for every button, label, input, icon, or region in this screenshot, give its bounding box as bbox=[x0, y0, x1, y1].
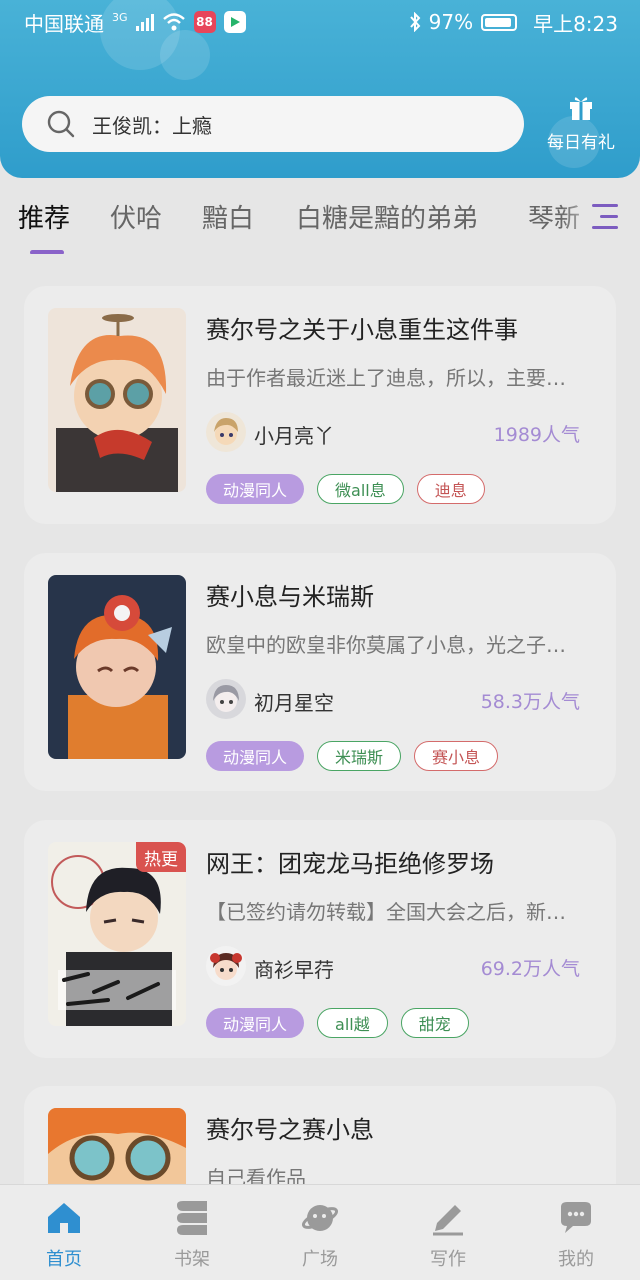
avatar bbox=[206, 946, 246, 986]
book-title: 赛尔号之关于小息重生这件事 bbox=[206, 316, 518, 344]
tag[interactable]: 微all息 bbox=[317, 474, 404, 504]
book-cover bbox=[48, 308, 186, 492]
bottom-navigation: 首页 书架 广场 写作 我的 bbox=[0, 1184, 640, 1280]
tag[interactable]: all越 bbox=[317, 1008, 388, 1038]
search-input[interactable]: 王俊凯：上瘾 bbox=[22, 96, 524, 152]
book-title: 网王：团宠龙马拒绝修罗场 bbox=[206, 850, 494, 878]
app-notification-icon: 88 bbox=[193, 11, 216, 33]
category-tabs: 推荐 伏哈 黯白 白糖是黯的弟弟 琴新 bbox=[0, 190, 640, 254]
active-tab-indicator bbox=[30, 250, 64, 254]
tab-anbai[interactable]: 黯白 bbox=[202, 198, 254, 235]
book-title: 赛小息与米瑞斯 bbox=[206, 583, 374, 611]
bookshelf-icon bbox=[177, 1201, 207, 1235]
tag-list: 动漫同人 米瑞斯 赛小息 bbox=[206, 741, 499, 771]
avatar bbox=[206, 679, 246, 719]
bluetooth-icon bbox=[409, 12, 420, 32]
nav-write-label: 写作 bbox=[430, 1249, 466, 1270]
clock: 早上8:23 bbox=[533, 11, 618, 36]
tab-fuha[interactable]: 伏哈 bbox=[110, 198, 162, 235]
tag[interactable]: 动漫同人 bbox=[206, 474, 305, 504]
nav-bookshelf-label: 书架 bbox=[174, 1249, 210, 1270]
author-name: 初月星空 bbox=[254, 691, 334, 715]
tag[interactable]: 动漫同人 bbox=[206, 741, 305, 771]
popularity-count: 69.2万人气 bbox=[480, 958, 580, 980]
daily-gift-button[interactable]: 每日有礼 bbox=[536, 92, 626, 156]
book-description: 由于作者最近迷上了迪息，所以，主要… bbox=[206, 366, 566, 390]
pen-icon bbox=[433, 1205, 463, 1236]
battery-icon bbox=[481, 13, 518, 31]
popularity-count: 58.3万人气 bbox=[480, 691, 580, 713]
book-description: 【已签约请勿转载】全国大会之后，新… bbox=[206, 900, 566, 924]
chat-bubble-icon bbox=[561, 1202, 591, 1233]
status-bar: 中国联通 3G 88 97% 早上8:23 bbox=[0, 0, 640, 44]
tab-baitang[interactable]: 白糖是黯的弟弟 bbox=[296, 198, 478, 235]
nav-mine[interactable]: 我的 bbox=[512, 1185, 640, 1280]
book-cover bbox=[48, 575, 186, 759]
nav-home[interactable]: 首页 bbox=[0, 1185, 128, 1280]
search-query: 王俊凯：上瘾 bbox=[92, 113, 212, 138]
battery-percent: 97% bbox=[428, 10, 474, 34]
author-name: 小月亮丫 bbox=[254, 424, 334, 448]
wifi-icon bbox=[162, 13, 185, 31]
tag-list: 动漫同人 all越 甜宠 bbox=[206, 1008, 469, 1038]
nav-mine-label: 我的 bbox=[558, 1249, 594, 1270]
tag-list: 动漫同人 微all息 迪息 bbox=[206, 474, 485, 504]
book-cover: 热更 bbox=[48, 842, 186, 1026]
book-title: 赛尔号之赛小息 bbox=[206, 1116, 374, 1144]
header: 中国联通 3G 88 97% 早上8:23 王俊凯：上瘾 每日有礼 bbox=[0, 0, 640, 178]
search-icon bbox=[47, 110, 75, 138]
book-description: 欧皇中的欧皇非你莫属了小息，光之子… bbox=[206, 633, 566, 657]
tag[interactable]: 赛小息 bbox=[414, 741, 499, 771]
nav-square-label: 广场 bbox=[302, 1249, 338, 1270]
carrier-label: 中国联通 bbox=[24, 11, 104, 36]
tag[interactable]: 迪息 bbox=[416, 474, 485, 504]
planet-icon bbox=[301, 1205, 339, 1231]
hot-update-badge: 热更 bbox=[136, 842, 186, 872]
nav-square[interactable]: 广场 bbox=[256, 1185, 384, 1280]
nav-bookshelf[interactable]: 书架 bbox=[128, 1185, 256, 1280]
video-app-icon bbox=[223, 11, 246, 33]
network-type: 3G bbox=[112, 10, 128, 24]
book-card[interactable]: 热更 网王：团宠龙马拒绝修罗场 【已签约请勿转载】全国大会之后，新… 商衫早荇 … bbox=[24, 820, 616, 1058]
nav-home-label: 首页 bbox=[46, 1249, 82, 1270]
avatar bbox=[206, 412, 246, 452]
home-icon bbox=[48, 1203, 80, 1233]
tag[interactable]: 动漫同人 bbox=[206, 1008, 305, 1038]
book-card[interactable]: 赛小息与米瑞斯 欧皇中的欧皇非你莫属了小息，光之子… 初月星空 58.3万人气 … bbox=[24, 553, 616, 791]
tab-menu-icon[interactable] bbox=[590, 202, 620, 232]
tag[interactable]: 甜宠 bbox=[400, 1008, 469, 1038]
daily-gift-label: 每日有礼 bbox=[547, 133, 615, 153]
book-card[interactable]: 赛尔号之关于小息重生这件事 由于作者最近迷上了迪息，所以，主要… 小月亮丫 19… bbox=[24, 286, 616, 524]
author-name: 商衫早荇 bbox=[254, 958, 334, 982]
popularity-count: 1989人气 bbox=[493, 424, 580, 446]
signal-icon bbox=[135, 13, 154, 31]
gift-icon bbox=[570, 97, 592, 120]
tab-recommend[interactable]: 推荐 bbox=[18, 198, 70, 235]
nav-write[interactable]: 写作 bbox=[384, 1185, 512, 1280]
tag[interactable]: 米瑞斯 bbox=[317, 741, 402, 771]
